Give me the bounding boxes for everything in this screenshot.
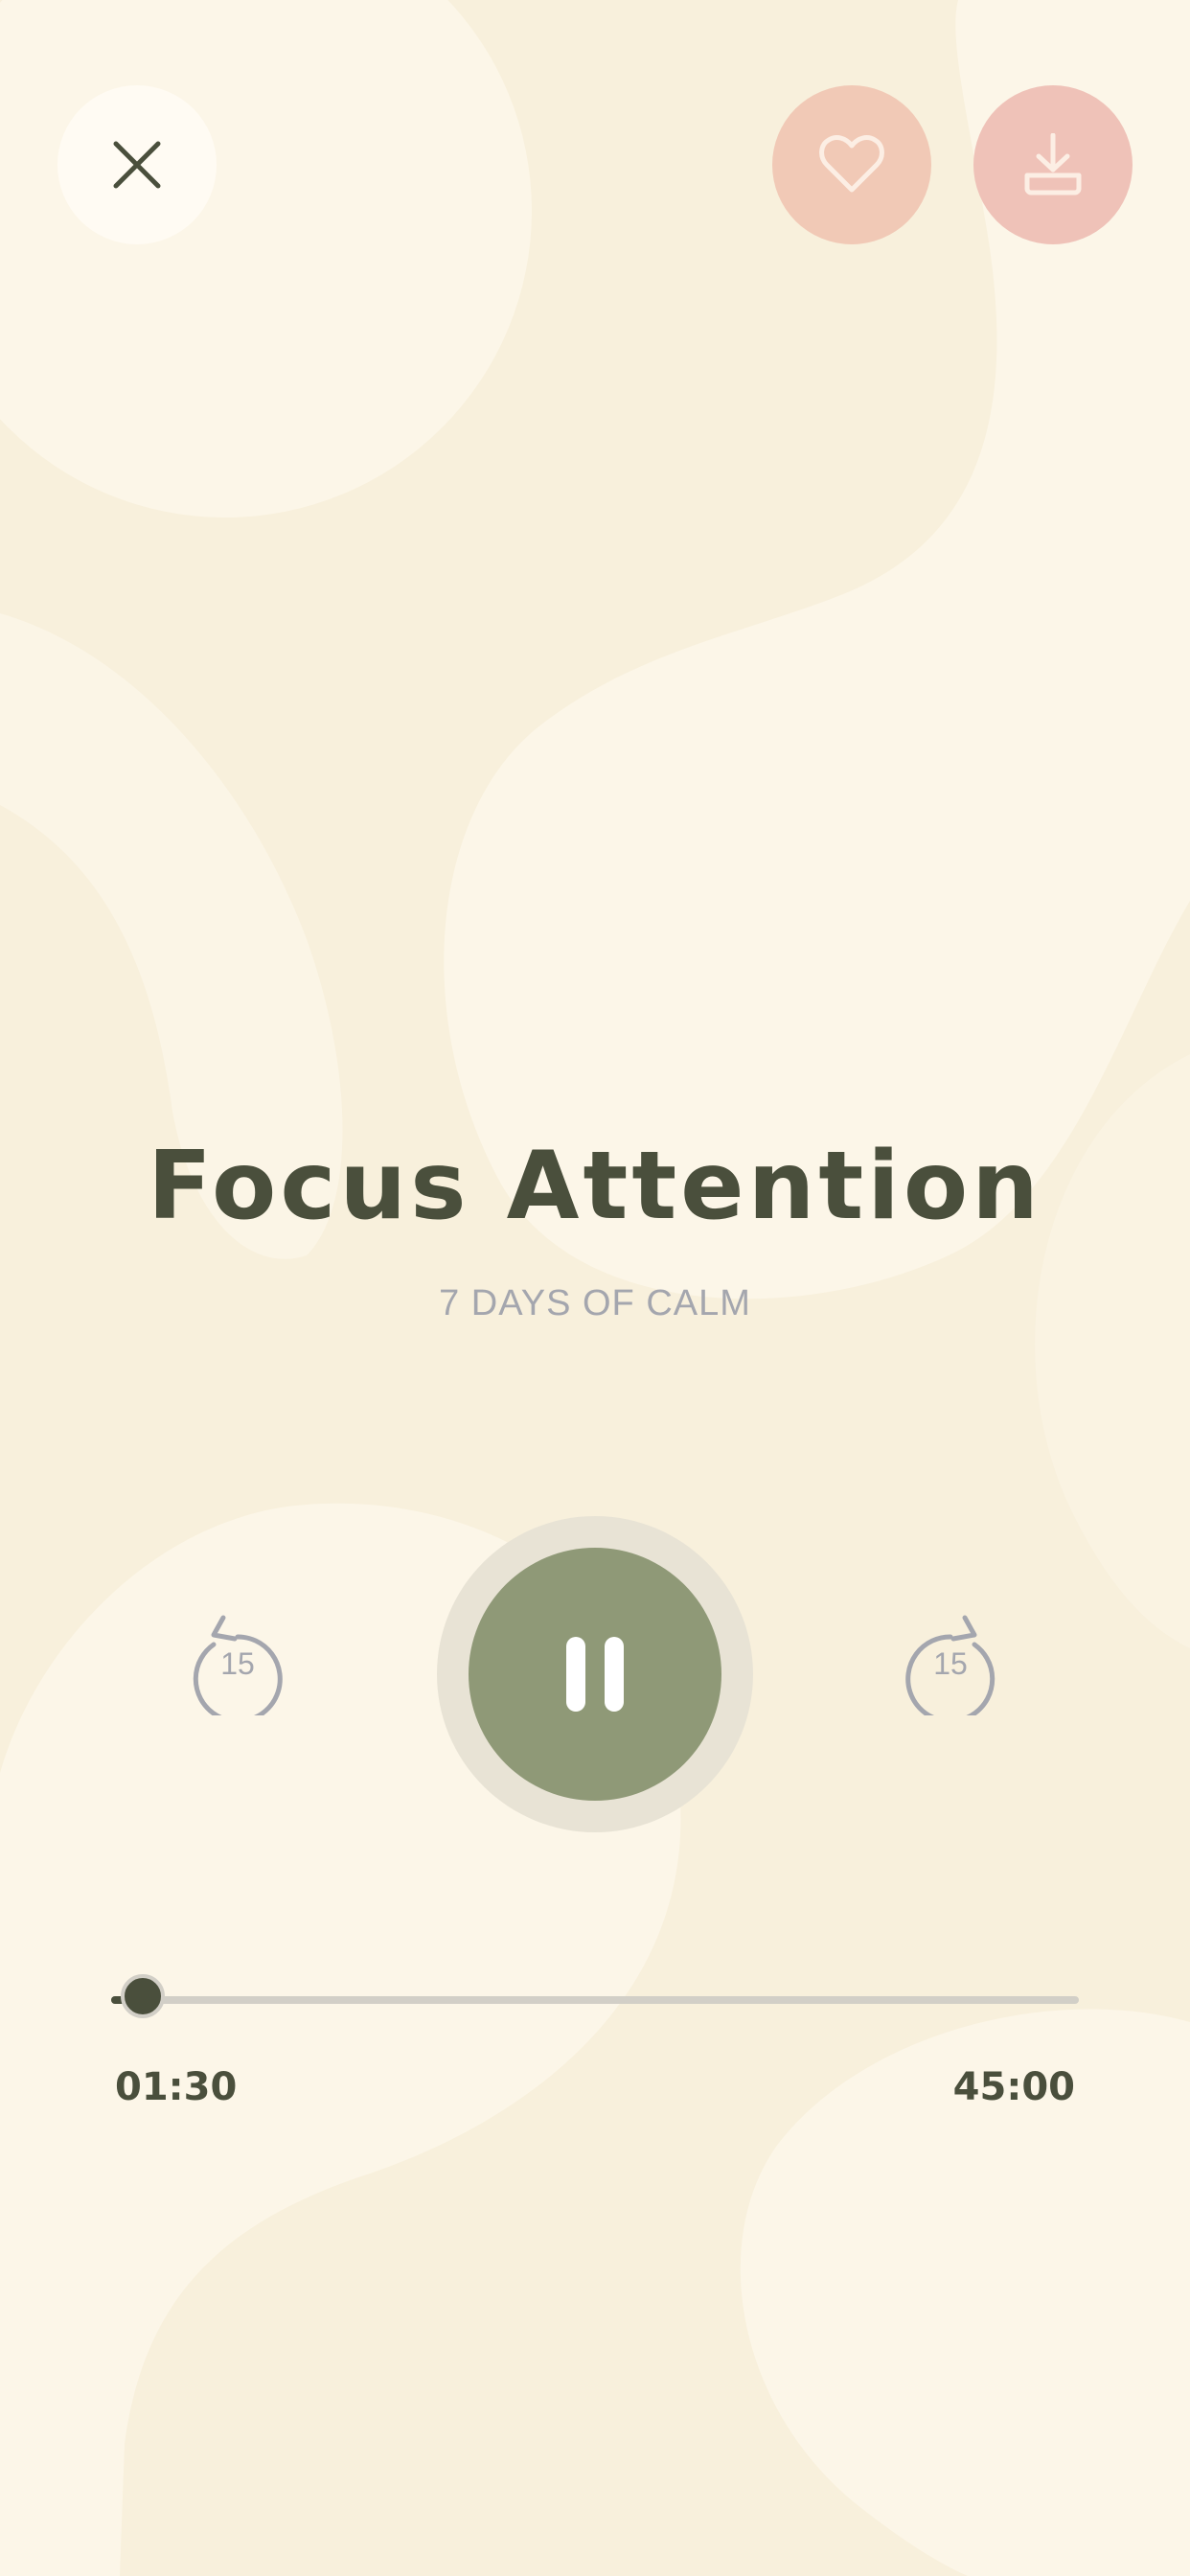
progress-thumb[interactable] [121, 1974, 166, 2018]
download-icon [1024, 133, 1082, 196]
skip-forward-seconds: 15 [933, 1646, 968, 1681]
skip-back-seconds: 15 [220, 1646, 255, 1681]
player-screen: Focus Attention 7 DAYS OF CALM 15 15 01:… [0, 0, 1190, 2576]
elapsed-time: 01:30 [115, 2065, 238, 2109]
close-icon [113, 141, 161, 189]
skip-back-button[interactable]: 15 [185, 1610, 290, 1724]
progress-slider[interactable] [111, 1974, 1079, 2018]
download-button[interactable] [973, 85, 1133, 244]
favorite-button[interactable] [772, 85, 931, 244]
close-button[interactable] [57, 85, 217, 244]
total-time: 45:00 [952, 2065, 1075, 2109]
course-subtitle: 7 DAYS OF CALM [439, 1283, 751, 1323]
session-title: Focus Attention [148, 1132, 1042, 1241]
skip-forward-button[interactable]: 15 [898, 1610, 1003, 1724]
heart-icon [819, 135, 884, 193]
pause-icon [557, 1637, 633, 1712]
pause-button[interactable] [469, 1548, 721, 1801]
